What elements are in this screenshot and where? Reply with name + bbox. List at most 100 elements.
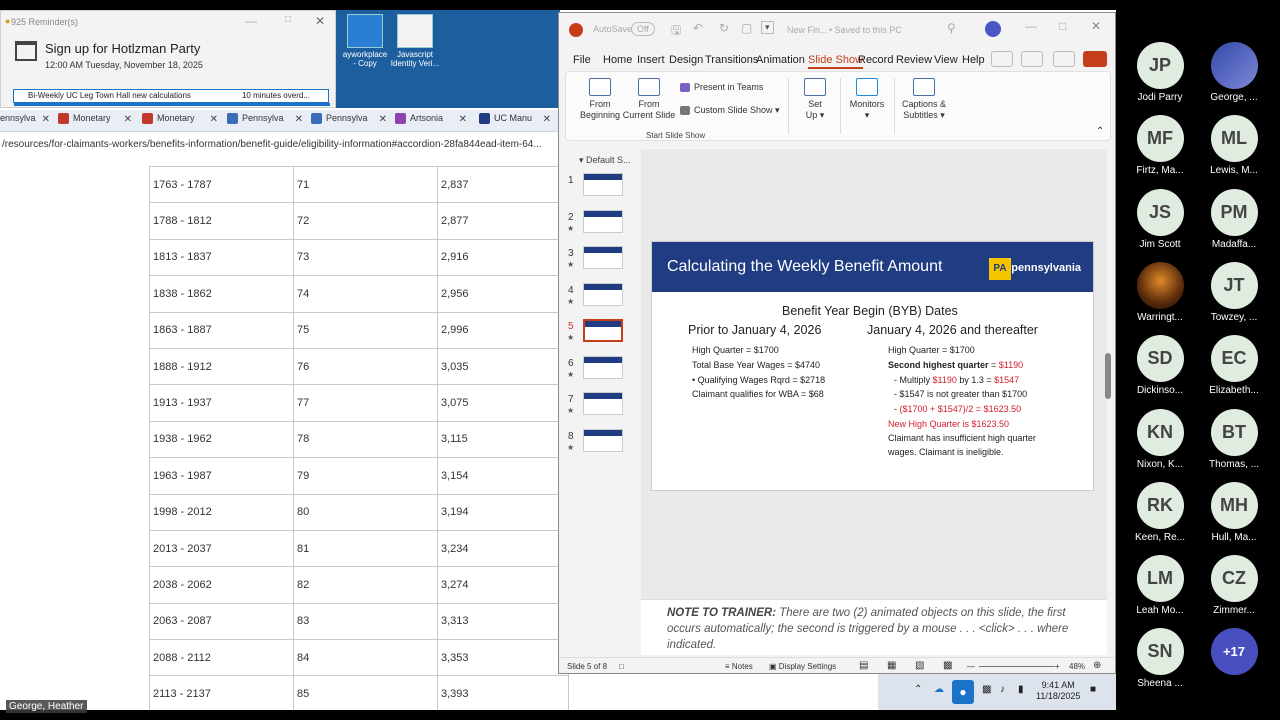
menu-view[interactable]: View (934, 54, 958, 66)
close-tab-icon[interactable]: ✕ (543, 114, 551, 125)
participant-tile[interactable]: KN Nixon, K... (1120, 408, 1200, 470)
slide-thumbnail[interactable] (583, 173, 623, 196)
autosave-toggle[interactable]: Off (631, 22, 655, 36)
participant-tile[interactable]: +17 (1194, 628, 1274, 678)
menu-animation[interactable]: Animation (756, 54, 805, 66)
menu-review[interactable]: Review (896, 54, 932, 66)
slide-sorter-icon[interactable]: ▦ (887, 660, 896, 671)
account-avatar[interactable] (985, 21, 1001, 37)
save-icon[interactable]: 🖫 (671, 21, 681, 42)
system-clock[interactable]: 9:41 AM 11/18/2025 (1036, 680, 1080, 702)
menu-help[interactable]: Help (962, 54, 985, 66)
browser-tab[interactable]: UC Manu ✕ (479, 113, 551, 130)
captions-subtitles-button[interactable]: Captions & Subtitles ▾ (896, 78, 952, 121)
search-icon[interactable]: ⚲ (947, 21, 956, 35)
menu-transitions[interactable]: Transitions (705, 54, 758, 66)
slide-thumbnail[interactable] (583, 355, 623, 379)
slide-thumbnail[interactable] (583, 428, 623, 452)
slide-thumbnail[interactable] (583, 319, 623, 342)
close-tab-icon[interactable]: ✕ (379, 114, 387, 125)
browser-tab[interactable]: Artsonia ✕ (395, 113, 467, 130)
current-slide[interactable]: Calculating the Weekly Benefit Amount PA… (651, 241, 1094, 491)
close-icon[interactable]: ✕ (1091, 19, 1101, 33)
set-up-button[interactable]: Set Up ▾ (792, 78, 838, 121)
maximize-icon[interactable]: □ (1059, 19, 1066, 33)
network-icon[interactable]: ▩ (982, 684, 991, 695)
participant-tile[interactable]: PM Madaffa... (1194, 188, 1274, 250)
slide-show-view-icon[interactable]: ▩ (943, 660, 952, 671)
quick-access-dropdown-icon[interactable]: ▾ (761, 21, 774, 34)
slide-thumbnail[interactable] (583, 209, 623, 233)
custom-slide-show-button[interactable]: Custom Slide Show ▾ (680, 105, 780, 116)
onedrive-icon[interactable]: ☁ (934, 684, 944, 695)
record-icon[interactable] (1021, 51, 1043, 67)
close-tab-icon[interactable]: ✕ (295, 114, 303, 125)
browser-tab[interactable]: Pennsylva ✕ (311, 113, 387, 130)
from-current-slide-button[interactable]: From Current Slide (618, 78, 680, 121)
minimize-icon[interactable]: — (1025, 19, 1037, 33)
zoom-level[interactable]: 48% (1069, 662, 1085, 671)
browser-tab[interactable]: Monetary ✕ (142, 113, 218, 130)
close-tab-icon[interactable]: ✕ (42, 114, 50, 125)
browser-tab[interactable]: Monetary ✕ (58, 113, 132, 130)
chevron-up-icon[interactable]: ⌃ (914, 684, 922, 695)
reminder-list-item[interactable]: Bi-Weekly UC Leg Town Hall new calculati… (13, 89, 330, 106)
slide-thumbnail[interactable] (583, 246, 623, 269)
accessibility-icon[interactable]: □ (619, 662, 624, 671)
url-bar[interactable]: /resources/for-claimants-workers/benefit… (0, 139, 560, 157)
participant-tile[interactable]: LM Leah Mo... (1120, 555, 1200, 616)
display-settings-button[interactable]: ▣ Display Settings (769, 662, 836, 671)
menu-insert[interactable]: Insert (637, 54, 665, 66)
participant-tile[interactable]: SN Sheena ... (1120, 628, 1200, 689)
participant-tile[interactable]: JS Jim Scott (1120, 188, 1200, 250)
menu-design[interactable]: Design (669, 54, 703, 66)
fit-to-window-icon[interactable]: ⊕ (1093, 660, 1101, 671)
participant-tile[interactable]: CZ Zimmer... (1194, 555, 1274, 616)
start-presentation-icon[interactable]: ▢ (741, 21, 752, 35)
participant-tile[interactable]: George, ... (1194, 42, 1274, 103)
slide-thumbnail[interactable] (583, 392, 623, 415)
slide-thumbnail[interactable] (583, 282, 623, 306)
close-tab-icon[interactable]: ✕ (459, 114, 467, 125)
present-teams-icon[interactable] (1053, 51, 1075, 67)
menu-file[interactable]: File (573, 54, 591, 66)
zoom-out-icon[interactable]: — (967, 662, 975, 671)
section-label[interactable]: ▾ Default S... (579, 155, 631, 166)
more-participants-button[interactable]: +17 (1210, 628, 1258, 676)
participant-tile[interactable]: RK Keen, Re... (1120, 481, 1200, 543)
participant-tile[interactable]: ML Lewis, M... (1194, 115, 1274, 176)
notes-pane[interactable]: NOTE TO TRAINER: There are two (2) anima… (641, 599, 1107, 655)
volume-icon[interactable]: ♪ (1000, 684, 1005, 695)
undo-icon[interactable]: ↶ (693, 21, 703, 35)
browser-tab[interactable]: Pennsylva ✕ (227, 113, 303, 130)
menu-home[interactable]: Home (603, 54, 632, 66)
participant-tile[interactable]: MH Hull, Ma... (1194, 481, 1274, 543)
menu-record[interactable]: Record (858, 54, 893, 66)
zoom-slider[interactable] (979, 666, 1055, 667)
slide-scrollbar[interactable] (1105, 153, 1111, 583)
scrollbar-thumb[interactable] (1105, 353, 1111, 399)
redo-icon[interactable]: ↻ (719, 21, 729, 35)
participant-tile[interactable]: BT Thomas, ... (1194, 408, 1274, 470)
participant-tile[interactable]: EC Elizabeth... (1194, 335, 1274, 396)
menu-slide-show[interactable]: Slide Show (808, 54, 864, 69)
comments-icon[interactable] (991, 51, 1013, 67)
battery-icon[interactable]: ▮ (1018, 684, 1024, 695)
participant-tile[interactable]: MF Firtz, Ma... (1120, 115, 1200, 176)
zoom-in-icon[interactable]: + (1055, 662, 1060, 671)
share-icon[interactable] (1083, 51, 1107, 67)
participant-tile[interactable]: JP Jodi Parry (1120, 42, 1200, 103)
monitors-button[interactable]: Monitors ▾ (842, 78, 892, 121)
reading-view-icon[interactable]: ▧ (915, 660, 924, 671)
participant-tile[interactable]: Warringt... (1120, 261, 1200, 323)
collapse-ribbon-icon[interactable]: ⌃ (1096, 126, 1104, 137)
participant-tile[interactable]: JT Towzey, ... (1194, 261, 1274, 323)
desktop-icon-javascript[interactable]: Javascript Identity Veri... (384, 14, 446, 68)
minimize-icon[interactable]: — (245, 14, 257, 28)
notifications-icon[interactable]: ■ (1090, 684, 1096, 695)
normal-view-icon[interactable]: ▤ (859, 660, 868, 671)
present-in-teams-button[interactable]: Present in Teams (680, 82, 763, 93)
notes-button[interactable]: ≡ Notes (725, 662, 753, 671)
browser-tab[interactable]: ennsylva ✕ (0, 113, 50, 130)
close-icon[interactable]: ✕ (315, 14, 325, 28)
